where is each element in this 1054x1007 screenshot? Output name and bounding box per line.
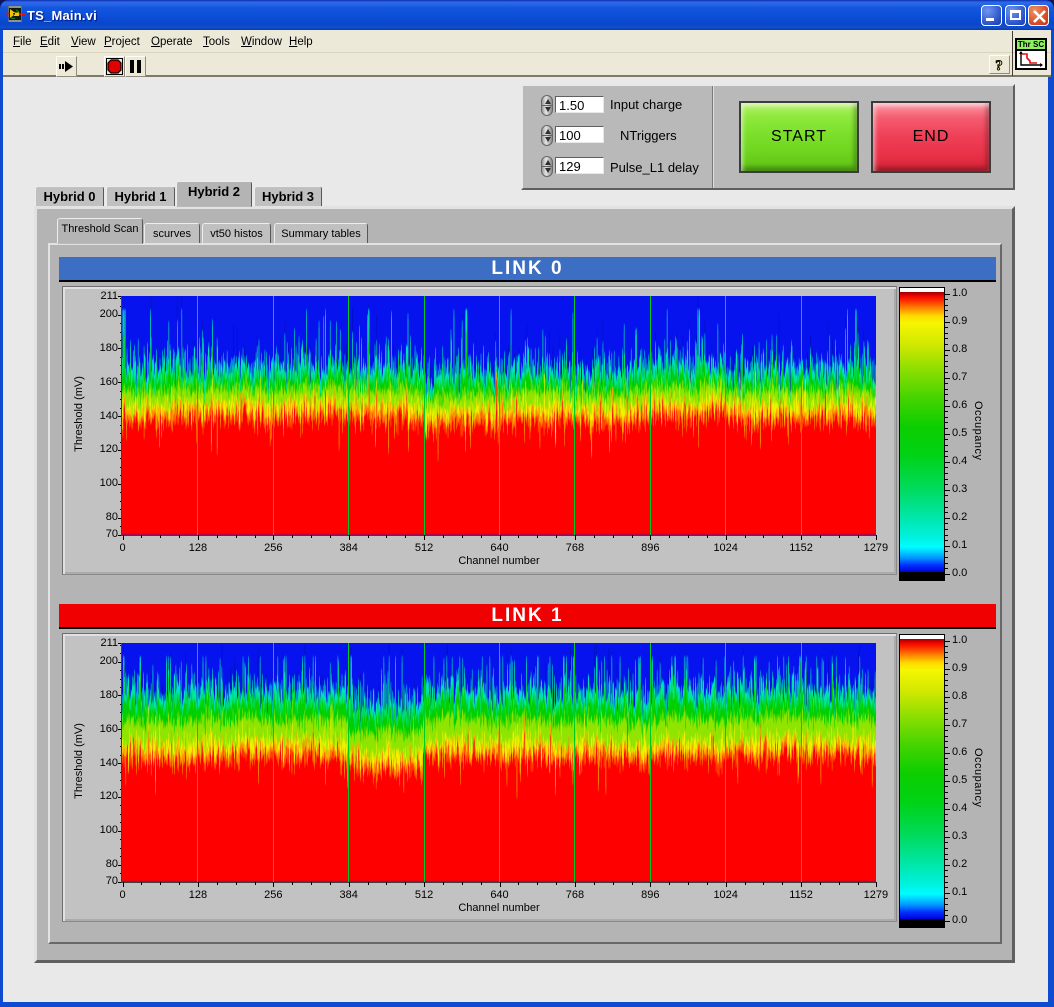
svg-text:?: ? [995,58,1003,73]
